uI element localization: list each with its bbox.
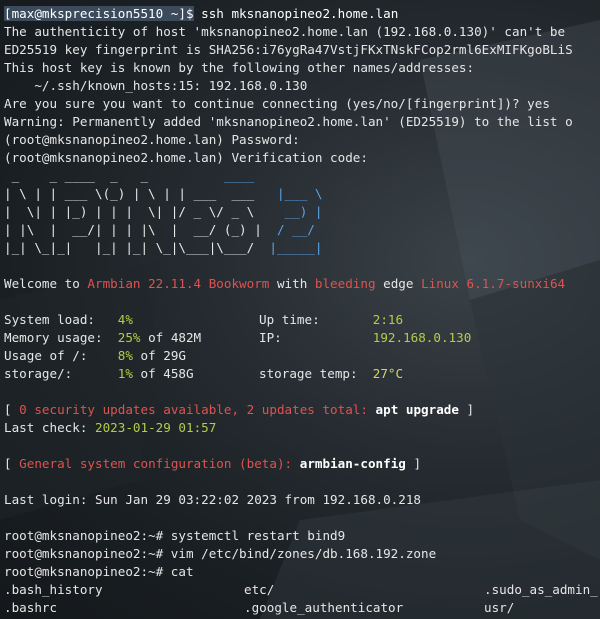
completion-item: .bash_history xyxy=(4,582,103,597)
completion-item: .sudo_as_admin_ xyxy=(484,582,598,597)
completion-item: .google_authenticator xyxy=(244,600,404,615)
verification-prompt-line: (root@mksnanopineo2.home.lan) Verificati… xyxy=(4,150,368,165)
ascii-logo-line: | |\ | __/| | | |\ | __/ (_) | / __/ xyxy=(4,222,323,237)
host-auth-line: The authenticity of host 'mksnanopineo2.… xyxy=(4,24,566,39)
completion-row: .bashrc .google_authenticator usr/ xyxy=(4,599,600,617)
command-history-line: root@mksnanopineo2:~# vim /etc/bind/zone… xyxy=(4,546,437,561)
stats-row: storage/: 1% of 458G storage temp: 27°C xyxy=(4,366,404,381)
ascii-logo-line: |_| \_|_| |_| |_| \_|\___|\___/ |_____| xyxy=(4,240,323,255)
completion-item: usr/ xyxy=(484,600,515,615)
ssh-command: ssh mksnanopineo2.home.lan xyxy=(193,6,399,21)
terminal-window[interactable]: [max@mksprecision5510 ~]$ ssh mksnanopin… xyxy=(0,0,600,619)
confirm-connect-line: Are you sure you want to continue connec… xyxy=(4,96,550,111)
last-login-line: Last login: Sun Jan 29 03:22:02 2023 fro… xyxy=(4,492,422,507)
local-prompt: [max@mksprecision5510 ~]$ xyxy=(4,6,194,21)
welcome-line: Welcome to Armbian 22.11.4 Bookworm with… xyxy=(4,276,566,291)
stats-row: System load: 4% Up time: 2:16 xyxy=(4,312,404,327)
kernel-version: Linux 6.1.7-sunxi64 xyxy=(421,276,566,291)
warning-added-line: Warning: Permanently added 'mksnanopineo… xyxy=(4,114,573,129)
ascii-logo-line: _ _ ____ _ _ ____ xyxy=(4,168,270,183)
completion-row: .bash_history etc/ .sudo_as_admin_ xyxy=(4,581,600,599)
armbian-config-command: armbian-config xyxy=(299,456,406,471)
completion-item: .bashrc xyxy=(4,600,58,615)
command-history-line: root@mksnanopineo2:~# systemctl restart … xyxy=(4,528,346,543)
stats-row: Usage of /: 8% of 29G xyxy=(4,348,186,363)
stats-row: Memory usage: 25% of 482M IP: 192.168.0.1… xyxy=(4,330,472,345)
completion-item: etc/ xyxy=(244,582,275,597)
terminal-output: [max@mksprecision5510 ~]$ ssh mksnanopin… xyxy=(4,5,600,617)
updates-line: [ 0 security updates available, 2 update… xyxy=(4,402,475,417)
known-names-line: This host key is known by the following … xyxy=(4,60,475,75)
config-line: [ General system configuration (beta): a… xyxy=(4,456,422,471)
password-prompt-line: (root@mksnanopineo2.home.lan) Password: xyxy=(4,132,300,147)
os-version: Armbian 22.11.4 Bookworm xyxy=(87,276,270,291)
ascii-logo-line: | \| | |_) | | | \| |/ _ \/ _ \ __) | xyxy=(4,204,323,219)
ssh-command-line: [max@mksprecision5510 ~]$ ssh mksnanopin… xyxy=(4,5,600,23)
current-command-line[interactable]: root@mksnanopineo2:~# cat xyxy=(4,563,600,581)
last-check-line: Last check: 2023-01-29 01:57 xyxy=(4,420,217,435)
known-hosts-line: ~/.ssh/known_hosts:15: 192.168.0.130 xyxy=(4,78,308,93)
apt-upgrade-command: apt upgrade xyxy=(375,402,459,417)
fingerprint-line: ED25519 key fingerprint is SHA256:i76ygR… xyxy=(4,42,573,57)
ascii-logo-line: | \ | | ___ \(_) | \ | | ___ ___ |___ \ xyxy=(4,186,331,201)
